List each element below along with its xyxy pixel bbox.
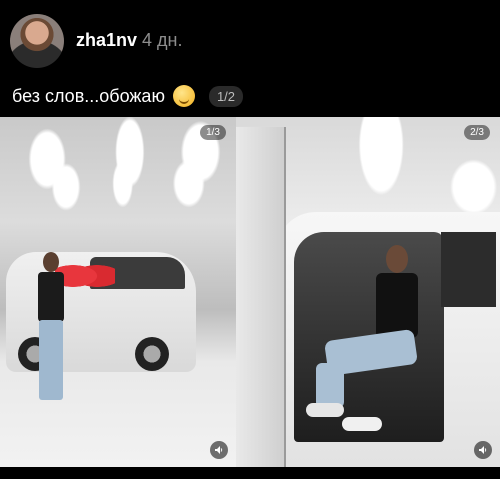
caption-text: без слов...обожаю [12, 85, 165, 106]
post-time: 4 дн. [142, 30, 183, 50]
car-window [441, 232, 496, 307]
media-item-1[interactable]: 1/3 [0, 117, 236, 467]
post-caption: без слов...обожаю 1/2 [12, 85, 244, 107]
speaker-icon[interactable] [474, 441, 492, 459]
smiling-face-icon [172, 85, 195, 107]
carousel-counter: 1/2 [208, 85, 244, 107]
avatar[interactable] [10, 14, 64, 68]
username[interactable]: zha1nv [76, 30, 137, 51]
car-wheel [135, 337, 169, 371]
media-counter: 2/3 [464, 125, 490, 140]
post-header: zha1nv 4 дн. [0, 0, 500, 80]
person-figure [35, 252, 67, 402]
media-counter: 1/3 [200, 125, 226, 140]
speaker-icon[interactable] [210, 441, 228, 459]
media-item-2[interactable]: 2/3 [236, 117, 500, 467]
person-figure [306, 245, 446, 445]
car-door [236, 127, 286, 467]
